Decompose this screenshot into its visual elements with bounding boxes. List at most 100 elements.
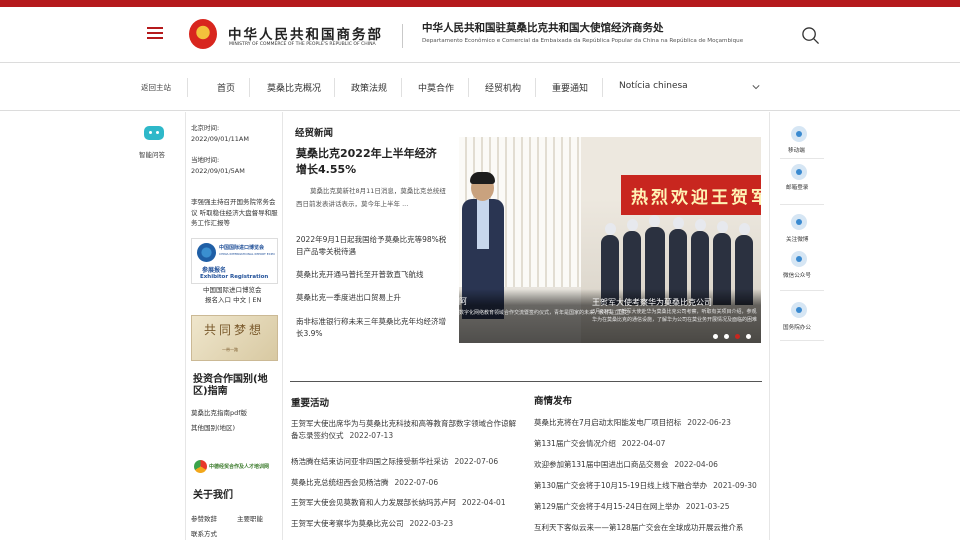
group-person-head [739,223,750,235]
news-carousel[interactable]: 热烈欢迎王贺军大使莅临华 阿 数字化网络教育领域合作交流暨签约仪式，青年是国家的… [459,137,761,343]
trade-item[interactable]: 第130届广交会将于10月15-19日线上线下融合举办 2021-09-30 [534,480,766,492]
carousel-dot[interactable] [746,334,751,339]
nav-item-overview[interactable]: 莫桑比克概况 [267,81,321,94]
expo-registration-links[interactable]: 报名入口 中文 | EN [205,295,261,306]
trade-item[interactable]: 欢迎参加第131届中国进出口商品交易会 2022-04-06 [534,459,766,471]
main-nav: 返回主站 首页 莫桑比克概况 政策法规 中莫合作 经贸机构 重要通知 Notíc… [0,63,960,111]
nav-item-chinese-news[interactable]: Notícia chinesa [619,81,688,91]
nav-item-home[interactable]: 首页 [217,81,235,94]
nav-separator [334,78,335,97]
talent-network-logo-icon[interactable] [194,460,207,473]
group-person-head [649,215,660,227]
nav-separator [187,78,188,97]
news-item[interactable]: 南非标准银行称未来三年莫桑比克年均经济增长3.9% [296,316,448,340]
mobile-icon[interactable] [791,126,807,142]
person-shirt [477,199,489,249]
person-hair [470,172,495,184]
mobile-label[interactable]: 移动端 [788,146,805,154]
about-link-counselor[interactable]: 参赞致辞 [191,514,217,525]
dream-banner-sub: 一带一路 [222,347,238,352]
trade-news-heading: 经贸新闻 [295,128,334,139]
welcome-banner-text: 热烈欢迎王贺军大使莅临华 [631,188,761,208]
back-to-main-link[interactable]: 返回主站 [141,82,171,93]
prev-slide-caption[interactable]: 阿 [459,296,467,307]
weibo-icon[interactable] [791,214,807,230]
expo-name-cn: 中国国际进口博览会 [219,245,265,251]
lead-news-title[interactable]: 莫桑比克2022年上半年经济增长4.55% [296,146,446,178]
search-icon[interactable] [801,26,820,45]
news-item[interactable]: 莫桑比克开通马普托至开普敦直飞航线 [296,269,448,281]
activity-item[interactable]: 王贺军大使考察华为莫桑比克公司 2022-03-23 [291,518,523,530]
mail-login-label[interactable]: 邮箱登录 [786,183,808,191]
carousel-subcaption: 3月22日，王贺军大使赴华为莫桑比克公司考察，听取有关项目介绍，参观华为在莫桑比… [592,309,758,323]
mail-icon[interactable] [791,164,807,180]
right-separator [780,340,824,341]
activity-item[interactable]: 杨浩腾在结束访问亚非四国之际接受新华社采访 2022-07-06 [291,456,523,468]
nav-separator [535,78,536,97]
group-person-head [605,223,616,235]
common-dream-banner[interactable]: 共同梦想 一带一路 [191,315,278,361]
nav-item-institutions[interactable]: 经贸机构 [485,81,521,94]
column-divider [769,112,770,540]
lead-news-summary[interactable]: 莫桑比克莫新社8月11日消息，莫桑比克总统纽西日前发表讲话表示，莫今年上半年 .… [296,185,448,210]
nav-item-notices[interactable]: 重要通知 [552,81,588,94]
carousel-dot[interactable] [724,334,729,339]
local-time-label: 当地时间: [191,156,220,164]
dream-banner-text: 共同梦想 [204,323,265,337]
trade-item[interactable]: 第131届广交会情况介绍 2022-04-07 [534,438,766,450]
guide-other-link[interactable]: 其他国别(地区) [191,423,235,434]
expo-registration-cn: 参展报名 [202,267,227,274]
activity-item[interactable]: 王贺军大使出席华为与莫桑比克科技和高等教育部数字领域合作谅解备忘录签约仪式 202… [291,418,523,442]
expo-registration-en: Exhibitor Registration [200,274,269,280]
chevron-down-icon[interactable] [752,83,760,91]
talent-network-link[interactable]: 中德经贸合作及人才培训网 [209,463,269,470]
about-us-heading: 关于我们 [193,490,233,501]
right-separator [780,158,824,159]
state-council-icon[interactable] [791,302,807,318]
smart-qa-label[interactable]: 智能问答 [139,149,165,159]
nav-separator [468,78,469,97]
section-divider [290,381,762,382]
national-emblem-logo[interactable] [189,19,217,49]
welcome-banner: 热烈欢迎王贺军大使莅临华 [621,175,761,215]
group-person-head [695,219,706,231]
nav-separator [401,78,402,97]
ministry-name-en: MINISTRY OF COMMERCE OF THE PEOPLE'S REP… [229,42,376,47]
group-person-head [627,219,638,231]
guide-pdf-link[interactable]: 莫桑比克指南pdf版 [191,408,247,419]
group-person-head [673,217,684,229]
nav-separator [249,78,250,97]
important-activities-heading: 重要活动 [291,398,330,409]
weibo-label[interactable]: 关注微博 [786,235,808,243]
carousel-caption[interactable]: 王贺军大使考察华为莫桑比克公司 [592,297,712,308]
about-link-functions[interactable]: 主要职能 [237,514,263,525]
news-item[interactable]: 2022年9月1日起我国给予莫桑比克等98%税目产品零关税待遇 [296,234,448,258]
import-expo-banner[interactable]: 中国国际进口博览会 CHINA INTERNATIONAL IMPORT EXP… [191,238,278,284]
menu-icon[interactable] [147,27,163,40]
office-name-cn: 中华人民共和国驻莫桑比克共和国大使馆经济商务处 [422,22,664,34]
group-person-head [717,221,728,233]
robot-icon[interactable] [144,126,164,140]
column-divider [185,112,186,540]
wechat-icon[interactable] [791,251,807,267]
nav-item-policy[interactable]: 政策法规 [351,81,387,94]
carousel-dot-active[interactable] [735,334,740,339]
carousel-dot[interactable] [713,334,718,339]
sidebar-headline-link[interactable]: 李强强主持召开国务院常务会议 听取稳住经济大盘督导和服务工作汇报等 [191,197,279,229]
ministry-name-cn[interactable]: 中华人民共和国商务部 [228,23,383,43]
business-info-heading: 商情发布 [534,396,573,407]
trade-item[interactable]: 莫桑比克将在7月启动太阳能发电厂项目招标 2022-06-23 [534,417,766,429]
expo-name-en: CHINA INTERNATIONAL IMPORT EXPO [219,252,275,256]
expo-link[interactable]: 中国国际进口博览会 [203,285,262,296]
about-link-contact[interactable]: 联系方式 [191,529,217,540]
activity-item[interactable]: 王贺军大使会见莫教育和人力发展部长纳玛苏卢阿 2022-04-01 [291,497,523,509]
beijing-time-label: 北京时间: [191,124,220,132]
activity-item[interactable]: 莫桑比克总统纽西会见杨洁腾 2022-07-06 [291,477,523,489]
trade-item[interactable]: 第129届广交会将于4月15-24日在网上举办 2021-03-25 [534,501,766,513]
wechat-label[interactable]: 微信公众号 [783,271,811,279]
trade-item[interactable]: 互利天下客似云来——第128届广交会在全球成功开展云推介系 [534,522,760,534]
nav-item-cooperation[interactable]: 中莫合作 [418,81,454,94]
news-item[interactable]: 莫桑比克一季度进出口贸易上升 [296,292,448,304]
nav-separator [602,78,603,97]
state-council-label[interactable]: 国务院办公 [783,323,811,331]
